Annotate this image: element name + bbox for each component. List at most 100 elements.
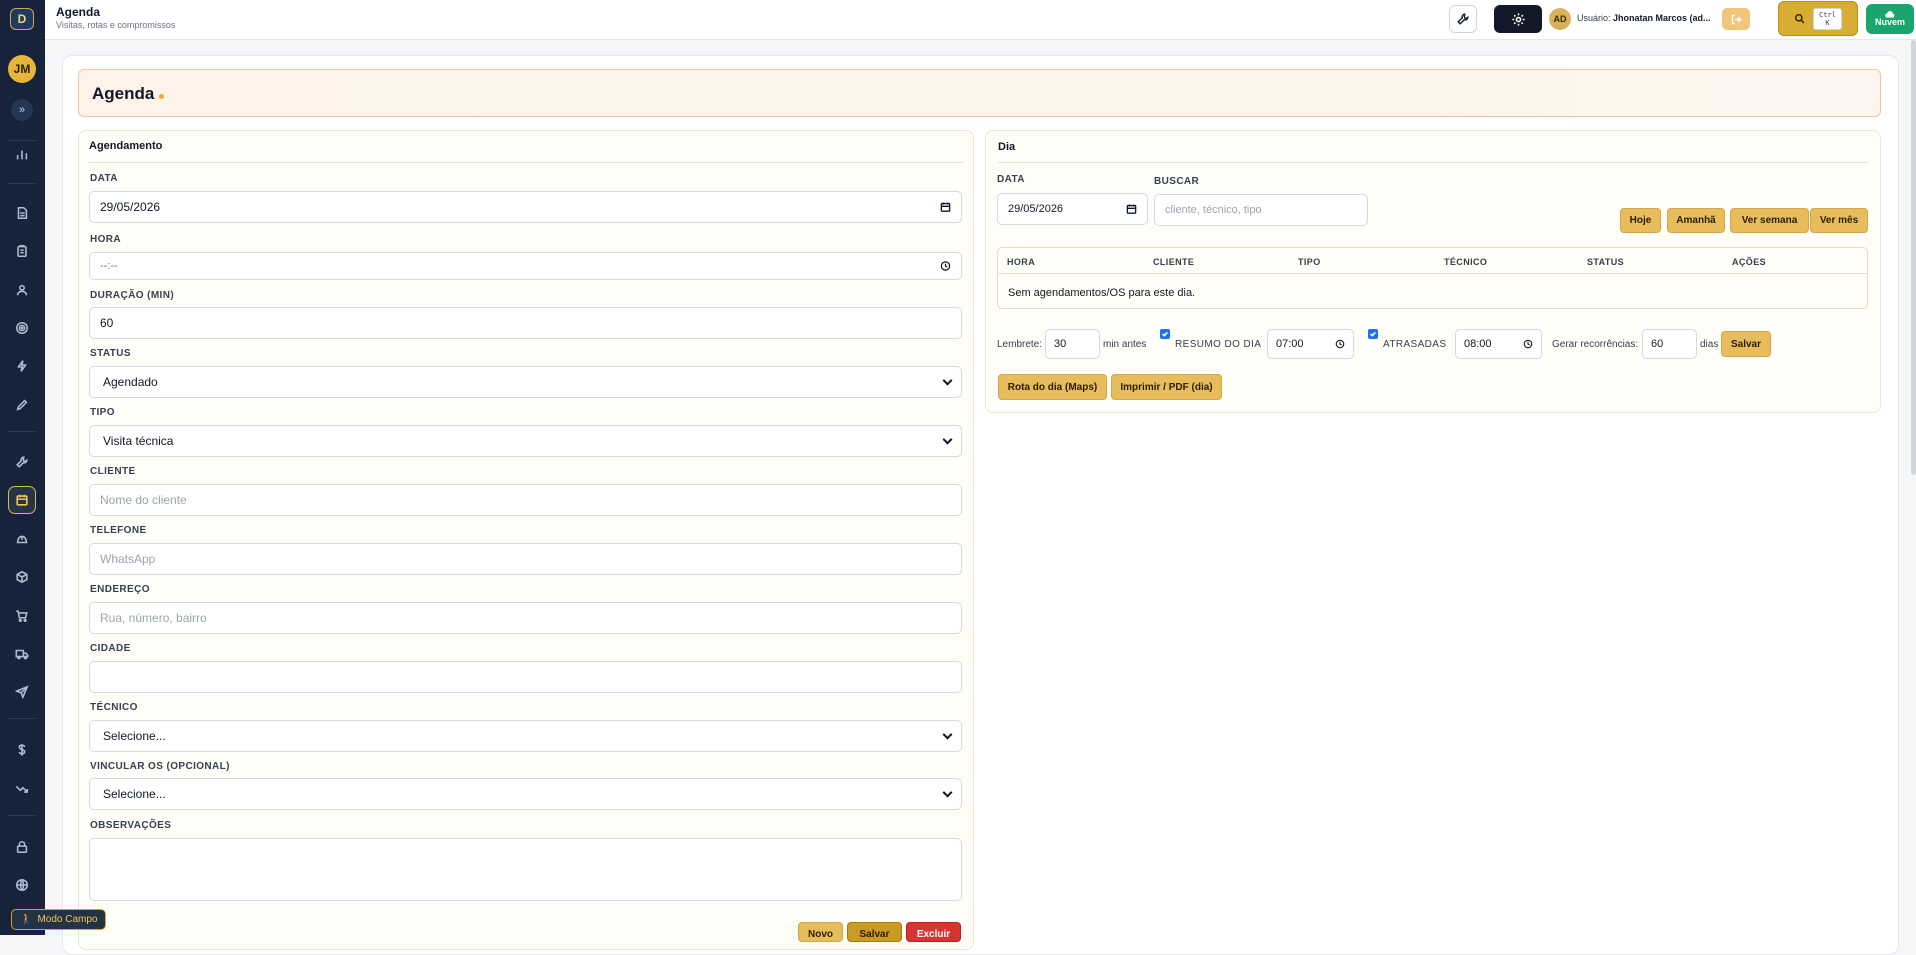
hora-label: HORA: [90, 234, 122, 245]
target-icon[interactable]: [8, 314, 36, 342]
cliente-input[interactable]: Nome do cliente: [89, 484, 962, 516]
column-header: TÉCNICO: [1444, 257, 1488, 267]
novo-button[interactable]: Novo: [798, 922, 843, 942]
helmet-icon[interactable]: [8, 525, 36, 553]
page-title: Agenda: [92, 84, 155, 103]
status-label: STATUS: [90, 348, 131, 359]
resumo-time-input[interactable]: 07:00: [1267, 329, 1354, 359]
column-header: AÇÕES: [1732, 257, 1767, 267]
ver-semana-button[interactable]: Ver semana: [1730, 208, 1809, 233]
bolt-icon[interactable]: [8, 352, 36, 380]
rota-do-dia-button[interactable]: Rota do dia (Maps): [998, 374, 1107, 400]
send-icon[interactable]: [8, 678, 36, 706]
chart-icon[interactable]: [8, 141, 36, 169]
column-header: HORA: [1007, 257, 1036, 267]
current-user: Usuário: Jhonatan Marcos (ad...: [1577, 13, 1711, 23]
user-name: Jhonatan Marcos (ad...: [1613, 13, 1711, 23]
vincular-os-select[interactable]: Selecione...: [89, 778, 962, 810]
dollar-icon[interactable]: [8, 736, 36, 764]
user-avatar-small[interactable]: AD: [1549, 8, 1571, 30]
globe-icon[interactable]: [8, 871, 36, 899]
table-header: HORA CLIENTE TIPO TÉCNICO STATUS AÇÕES: [998, 248, 1867, 274]
page-heading-banner: Agenda: [78, 69, 1881, 117]
lock-icon[interactable]: [8, 833, 36, 861]
status-select[interactable]: Agendado: [89, 366, 962, 398]
telefone-input[interactable]: WhatsApp: [89, 543, 962, 575]
imprimir-pdf-button[interactable]: Imprimir / PDF (dia): [1111, 374, 1222, 400]
endereco-input[interactable]: Rua, número, bairro: [89, 602, 962, 634]
wrench-icon: [1457, 13, 1469, 25]
agendamento-title: Agendamento: [89, 140, 163, 152]
calendar-icon[interactable]: [8, 486, 36, 514]
pen-icon[interactable]: [8, 391, 36, 419]
time-input[interactable]: --:--: [89, 252, 962, 280]
salvar-config-button[interactable]: Salvar: [1721, 331, 1771, 357]
recorrencias-suffix: dias: [1700, 339, 1719, 350]
command-search-button[interactable]: Ctrl K: [1778, 1, 1858, 36]
cliente-label: CLIENTE: [90, 466, 136, 477]
wrench-icon[interactable]: [8, 448, 36, 476]
atrasadas-checkbox[interactable]: [1368, 329, 1378, 339]
resumo-label: RESUMO DO DIA: [1175, 339, 1262, 350]
endereco-placeholder: Rua, número, bairro: [100, 611, 207, 625]
lembrete-suffix: min antes: [1103, 339, 1147, 350]
tools-button[interactable]: [1449, 5, 1477, 33]
excluir-button[interactable]: Excluir: [906, 922, 961, 942]
box-icon[interactable]: [8, 563, 36, 591]
file-icon[interactable]: [8, 199, 36, 227]
tipo-value: Visita técnica: [103, 434, 174, 448]
hoje-button[interactable]: Hoje: [1620, 208, 1661, 233]
date-input[interactable]: 29/05/2026: [89, 191, 962, 223]
atrasadas-time-input[interactable]: 08:00: [1455, 329, 1542, 359]
calendar-icon[interactable]: [1126, 204, 1137, 215]
calendar-icon[interactable]: [940, 202, 951, 213]
tecnico-select[interactable]: Selecione...: [89, 720, 962, 752]
observacoes-label: OBSERVAÇÕES: [90, 820, 172, 831]
ver-mes-button[interactable]: Ver mês: [1810, 208, 1868, 233]
dia-date-input[interactable]: 29/05/2026: [997, 193, 1148, 225]
clipboard-icon[interactable]: [8, 237, 36, 265]
chevron-down-icon: [942, 434, 953, 445]
search-icon: [1795, 14, 1805, 24]
date-value: 29/05/2026: [100, 200, 161, 214]
cidade-label: CIDADE: [90, 643, 131, 654]
page-scrollbar[interactable]: [1911, 40, 1916, 475]
app-logo[interactable]: D: [10, 8, 34, 30]
gear-icon: [1511, 12, 1525, 26]
amanha-button[interactable]: Amanhã: [1667, 208, 1725, 233]
vincular-label: VINCULAR OS (OPCIONAL): [90, 761, 230, 772]
time-value: --:--: [100, 260, 118, 272]
recorrencias-label: Gerar recorrências:: [1552, 339, 1639, 350]
recorrencias-input[interactable]: 60: [1642, 329, 1697, 359]
cart-icon[interactable]: [8, 602, 36, 630]
cloud-sync-button[interactable]: Nuvem: [1866, 4, 1914, 34]
duration-input[interactable]: 60: [89, 307, 962, 339]
card-divider: [998, 162, 1868, 163]
tipo-label: TIPO: [90, 407, 115, 418]
buscar-label: BUSCAR: [1154, 176, 1200, 187]
logout-button[interactable]: [1722, 8, 1750, 30]
cidade-input[interactable]: [89, 661, 962, 693]
tipo-select[interactable]: Visita técnica: [89, 425, 962, 457]
walk-icon: 🚶: [20, 914, 33, 925]
column-header: STATUS: [1587, 257, 1625, 267]
chevron-down-icon: [942, 375, 953, 386]
user-avatar[interactable]: JM: [8, 55, 36, 83]
resumo-checkbox[interactable]: [1160, 329, 1170, 339]
modo-campo-button[interactable]: 🚶 Modo Campo: [11, 909, 107, 930]
cloud-label: Nuvem: [1874, 17, 1905, 27]
clock-icon[interactable]: [1523, 339, 1533, 349]
salvar-button[interactable]: Salvar: [847, 922, 902, 942]
clock-icon[interactable]: [940, 261, 951, 272]
settings-button[interactable]: [1494, 5, 1542, 33]
observacoes-textarea[interactable]: [89, 838, 962, 901]
truck-icon[interactable]: [8, 640, 36, 668]
trend-icon[interactable]: [8, 775, 36, 803]
clock-icon[interactable]: [1335, 339, 1345, 349]
dia-title: Dia: [998, 141, 1016, 153]
buscar-input[interactable]: cliente, técnico, tipo: [1154, 194, 1368, 226]
user-icon[interactable]: [8, 276, 36, 304]
page-header-subtitle: Visitas, rotas e compromissos: [56, 20, 176, 30]
lembrete-input[interactable]: 30: [1045, 329, 1100, 359]
expand-sidebar-button[interactable]: »: [11, 99, 33, 121]
